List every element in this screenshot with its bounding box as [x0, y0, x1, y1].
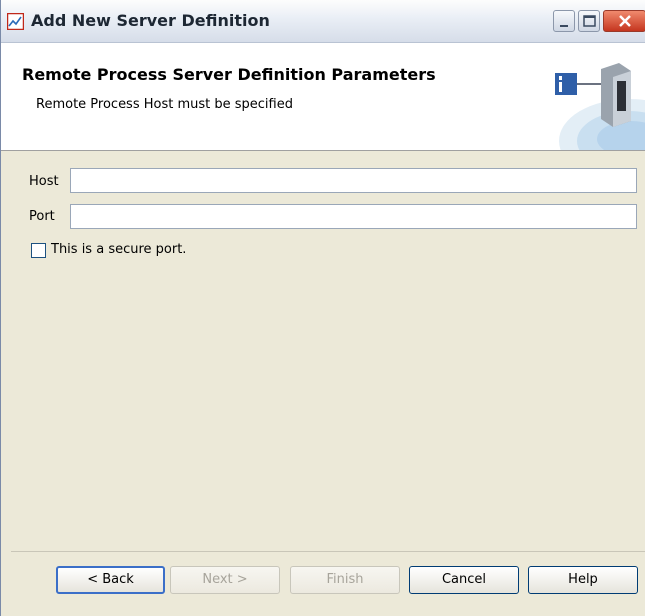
port-input[interactable]: [70, 204, 637, 229]
host-label: Host: [29, 174, 59, 189]
title-bar[interactable]: Add New Server Definition: [1, 0, 645, 43]
page-title: Remote Process Server Definition Paramet…: [22, 65, 436, 84]
cancel-button[interactable]: Cancel: [409, 566, 519, 594]
page-subtitle: Remote Process Host must be specified: [36, 97, 293, 112]
wizard-header: Remote Process Server Definition Paramet…: [1, 43, 645, 151]
secure-port-checkbox[interactable]: [31, 243, 46, 258]
close-button[interactable]: [603, 10, 645, 32]
help-button[interactable]: Help: [528, 566, 638, 594]
server-info-graphic-icon: [555, 63, 645, 150]
back-button[interactable]: < Back: [56, 566, 165, 594]
host-input[interactable]: [70, 168, 637, 193]
button-divider: [11, 551, 645, 552]
minimize-button[interactable]: [553, 10, 575, 32]
window-title: Add New Server Definition: [31, 11, 270, 30]
maximize-icon: [583, 15, 596, 27]
port-label: Port: [29, 209, 55, 224]
secure-port-label[interactable]: This is a secure port.: [51, 242, 186, 257]
dialog-window: Add New Server Definition Remote Process…: [0, 0, 645, 616]
close-icon: [619, 15, 631, 27]
next-button[interactable]: Next >: [170, 566, 280, 594]
maximize-button[interactable]: [578, 10, 600, 32]
app-chart-icon: [6, 12, 25, 31]
minimize-icon: [560, 25, 568, 27]
finish-button[interactable]: Finish: [290, 566, 400, 594]
